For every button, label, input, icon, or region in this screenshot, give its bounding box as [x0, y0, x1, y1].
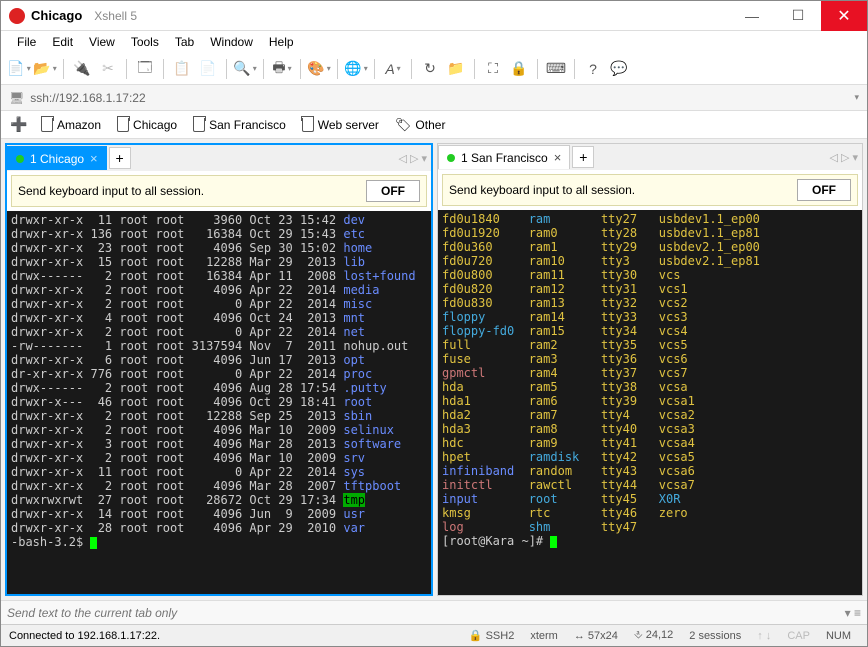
fullscreen-button[interactable]: ⛶: [481, 57, 505, 81]
broadcast-toggle-button[interactable]: OFF: [797, 179, 851, 201]
add-bookmark-button[interactable]: ➕: [7, 113, 31, 137]
connection-status: Connected to 192.168.1.17:22.: [9, 630, 160, 642]
status-cursor: ⎀ 24,12: [634, 629, 673, 642]
broadcast-toggle-button[interactable]: OFF: [366, 180, 420, 202]
bookmark-icon: [193, 118, 205, 132]
tab-nav-arrows[interactable]: ◁ ▷ ▾: [829, 151, 858, 164]
status-size: ↔ 57x24: [574, 630, 618, 642]
broadcast-bar-right: Send keyboard input to all session. OFF: [442, 174, 858, 206]
bookmark-san-francisco[interactable]: San Francisco: [187, 116, 292, 134]
bookmark-chicago[interactable]: Chicago: [111, 116, 183, 134]
bookmark-web-server[interactable]: Web server: [296, 116, 385, 134]
status-bar: Connected to 192.168.1.17:22. 🔒 SSH2 xte…: [1, 624, 867, 646]
encoding-button[interactable]: 🌐: [344, 57, 368, 81]
keymap-button[interactable]: ⌨: [544, 57, 568, 81]
menu-edit[interactable]: Edit: [44, 33, 81, 51]
terminal-sanfrancisco[interactable]: fd0u1840 ram tty27 usbdev1.1_ep00 fd0u19…: [438, 210, 862, 595]
status-num: NUM: [826, 630, 851, 642]
work-area: 1 Chicago × + ◁ ▷ ▾ Send keyboard input …: [1, 139, 867, 600]
tab-close-icon[interactable]: ×: [90, 151, 98, 166]
address-bar: 🖥 ▾: [1, 85, 867, 111]
new-session-button[interactable]: 📄: [7, 57, 31, 81]
bookmark-amazon[interactable]: Amazon: [35, 116, 107, 134]
menu-bar: FileEditViewToolsTabWindowHelp: [1, 31, 867, 53]
properties-button[interactable]: 🗔: [133, 57, 157, 81]
menu-view[interactable]: View: [81, 33, 123, 51]
minimize-button[interactable]: —: [729, 1, 775, 31]
bookmark-icon: [41, 118, 53, 132]
connection-status-icon: [16, 155, 24, 163]
menu-tab[interactable]: Tab: [167, 33, 202, 51]
reconnect-button[interactable]: 🔌: [70, 57, 94, 81]
terminal-chicago[interactable]: drwxr-xr-x 11 root root 3960 Oct 23 15:4…: [7, 211, 431, 594]
disconnect-button[interactable]: ✂: [96, 57, 120, 81]
chat-button[interactable]: 💬: [607, 57, 631, 81]
status-term: xterm: [530, 630, 558, 642]
lock-button[interactable]: 🔒: [507, 57, 531, 81]
pane-chicago: 1 Chicago × + ◁ ▷ ▾ Send keyboard input …: [5, 143, 433, 596]
close-button[interactable]: ✕: [821, 1, 867, 31]
toolbar: 📄 📂 🔌 ✂ 🗔 📋 📄 🔍 🖶 🎨 🌐 A ↻ 📁 ⛶ 🔒 ⌨ ? 💬: [1, 53, 867, 85]
send-text-input[interactable]: [7, 606, 845, 620]
tab-sanfrancisco[interactable]: 1 San Francisco ×: [438, 145, 570, 169]
status-cap: CAP: [787, 630, 810, 642]
menu-window[interactable]: Window: [202, 33, 261, 51]
menu-file[interactable]: File: [9, 33, 44, 51]
paste-button[interactable]: 📄: [196, 57, 220, 81]
broadcast-bar-left: Send keyboard input to all session. OFF: [11, 175, 427, 207]
bookmark-other[interactable]: 🏷Other: [389, 115, 452, 135]
print-button[interactable]: 🖶: [270, 57, 294, 81]
xftp-button[interactable]: 📁: [444, 57, 468, 81]
address-input[interactable]: [30, 91, 848, 105]
send-text-bar: ▾ ≡: [1, 600, 867, 624]
color-scheme-button[interactable]: 🎨: [307, 57, 331, 81]
send-options-icon[interactable]: ▾ ≡: [845, 606, 861, 620]
status-ssh: 🔒 SSH2: [469, 629, 515, 642]
app-logo-icon: [9, 8, 25, 24]
tab-nav-arrows[interactable]: ◁ ▷ ▾: [398, 152, 427, 165]
tab-strip-right: 1 San Francisco × + ◁ ▷ ▾: [438, 144, 862, 170]
tab-close-icon[interactable]: ×: [554, 150, 562, 165]
open-button[interactable]: 📂: [33, 57, 57, 81]
bookmarks-bar: ➕ AmazonChicagoSan FranciscoWeb server🏷O…: [1, 111, 867, 139]
copy-button[interactable]: 📋: [170, 57, 194, 81]
broadcast-message: Send keyboard input to all session.: [449, 183, 635, 197]
new-tab-button[interactable]: +: [572, 146, 594, 168]
tab-chicago[interactable]: 1 Chicago ×: [7, 146, 107, 170]
bookmark-icon: [302, 118, 314, 132]
protocol-icon: 🖥: [9, 91, 24, 105]
address-dropdown-icon[interactable]: ▾: [854, 92, 859, 103]
app-name: Xshell 5: [94, 9, 137, 23]
xagent-button[interactable]: ↻: [418, 57, 442, 81]
window-title: Chicago: [31, 8, 82, 23]
new-tab-button[interactable]: +: [109, 147, 131, 169]
menu-tools[interactable]: Tools: [123, 33, 167, 51]
status-arrows: ↑ ↓: [757, 630, 771, 642]
connection-status-icon: [447, 154, 455, 162]
menu-help[interactable]: Help: [261, 33, 302, 51]
maximize-button[interactable]: ☐: [775, 1, 821, 31]
broadcast-message: Send keyboard input to all session.: [18, 184, 204, 198]
help-button[interactable]: ?: [581, 57, 605, 81]
pane-sanfrancisco: 1 San Francisco × + ◁ ▷ ▾ Send keyboard …: [437, 143, 863, 596]
find-button[interactable]: 🔍: [233, 57, 257, 81]
title-bar: Chicago Xshell 5 — ☐ ✕: [1, 1, 867, 31]
font-button[interactable]: A: [381, 57, 405, 81]
tab-strip-left: 1 Chicago × + ◁ ▷ ▾: [7, 145, 431, 171]
status-sessions: 2 sessions: [689, 630, 741, 642]
bookmark-icon: [117, 118, 129, 132]
